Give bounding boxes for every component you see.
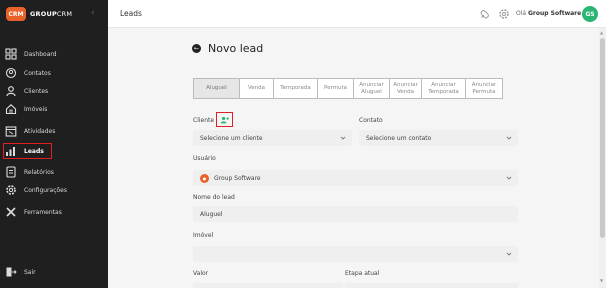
tab-temporada[interactable]: Temporada <box>273 78 317 99</box>
cliente-select[interactable]: Selecione um cliente <box>193 130 352 146</box>
page-title: ← Novo lead <box>192 42 263 55</box>
imovel-select[interactable] <box>193 246 518 262</box>
support-icon[interactable] <box>479 8 491 20</box>
usuario-select[interactable]: ● Group Software <box>193 170 518 186</box>
collapse-sidebar-icon[interactable]: ‹ <box>91 8 95 18</box>
usuario-select-value: Group Software <box>214 174 261 182</box>
etapa-select[interactable] <box>345 283 518 288</box>
tab-permuta[interactable]: Permuta <box>317 78 353 99</box>
gear-icon <box>5 184 17 196</box>
tab-anunciar-permuta[interactable]: Anunciar Permuta <box>465 78 503 99</box>
chevron-down-icon <box>506 252 512 256</box>
nome-lead-input[interactable]: Aluguel <box>193 206 518 222</box>
logo-badge: CRM <box>6 7 26 21</box>
sidebar-item-dashboard[interactable]: Dashboard <box>4 46 104 62</box>
chart-icon <box>5 145 17 157</box>
add-client-button[interactable] <box>216 112 233 127</box>
sidebar-item-atividades[interactable]: Atividades <box>4 123 104 139</box>
valor-label: Valor <box>193 270 209 277</box>
chevron-down-icon <box>340 136 346 140</box>
page-scrollbar[interactable]: ▲ ▼ <box>599 28 606 288</box>
scrollbar-thumb[interactable] <box>600 38 605 238</box>
contato-select[interactable]: Selecione um contato <box>359 130 518 146</box>
lead-type-tabs: Aluguel Venda Temporada Permuta Anunciar… <box>193 78 503 99</box>
sidebar: CRM GROUPCRM ‹ Dashboard Contatos Client… <box>0 0 108 288</box>
logout-icon <box>5 266 17 278</box>
sidebar-item-leads[interactable]: Leads <box>3 143 52 159</box>
brand-name: GROUPCRM <box>30 10 72 18</box>
logout-button[interactable]: Sair <box>4 264 104 280</box>
calendar-icon <box>5 125 17 137</box>
sidebar-item-label: Clientes <box>24 87 49 95</box>
sidebar-item-clientes[interactable]: Clientes <box>4 83 104 99</box>
person-icon <box>5 85 17 97</box>
brand-name-light: CRM <box>56 10 73 18</box>
sidebar-item-label: Dashboard <box>24 50 57 58</box>
sidebar-item-contatos[interactable]: Contatos <box>4 65 104 81</box>
top-header: Leads Olá Group Software GS <box>108 0 606 28</box>
tab-venda[interactable]: Venda <box>239 78 273 99</box>
user-avatar-icon: ● <box>200 173 209 183</box>
greeting-name: Group Software <box>528 10 582 17</box>
imovel-label: Imóvel <box>193 232 214 239</box>
page-title-text: Novo lead <box>208 42 264 55</box>
greeting-prefix: Olá <box>516 10 527 17</box>
header-title: Leads <box>120 9 142 18</box>
avatar[interactable]: GS <box>582 6 598 22</box>
sidebar-item-label: Relatórios <box>24 168 54 176</box>
brand-name-bold: GROUP <box>30 10 57 18</box>
sidebar-item-configuracoes[interactable]: Configurações <box>4 182 104 198</box>
scroll-down-icon[interactable]: ▼ <box>600 278 603 283</box>
sidebar-item-label: Leads <box>24 147 44 155</box>
home-icon <box>5 103 17 115</box>
tools-icon <box>5 206 17 218</box>
sidebar-item-label: Contatos <box>24 69 51 77</box>
tab-anunciar-venda[interactable]: Anunciar Venda <box>389 78 421 99</box>
nome-lead-label: Nome do lead <box>193 194 235 201</box>
sidebar-item-label: Imóveis <box>24 105 48 113</box>
dashboard-icon <box>5 48 17 60</box>
valor-input[interactable] <box>193 283 343 288</box>
tab-anunciar-aluguel[interactable]: Anunciar Aluguel <box>353 78 389 99</box>
chevron-down-icon <box>506 136 512 140</box>
scroll-up-icon[interactable]: ▲ <box>600 30 603 35</box>
tab-aluguel[interactable]: Aluguel <box>193 78 239 99</box>
sidebar-item-ferramentas[interactable]: Ferramentas <box>4 204 104 220</box>
etapa-label: Etapa atual <box>345 270 380 277</box>
cliente-select-value: Selecione um cliente <box>200 134 263 142</box>
sidebar-item-relatorios[interactable]: Relatórios <box>4 164 104 180</box>
report-icon <box>5 166 17 178</box>
user-greeting: Olá Group Software <box>516 10 581 17</box>
sidebar-item-label: Atividades <box>24 127 56 135</box>
brand-logo[interactable]: CRM GROUPCRM <box>6 6 72 22</box>
add-person-icon <box>220 116 229 123</box>
usuario-label: Usuário <box>193 155 216 162</box>
contato-label: Contato <box>359 117 383 124</box>
cliente-label: Cliente <box>193 117 215 124</box>
sidebar-item-label: Ferramentas <box>24 208 62 216</box>
sidebar-item-imoveis[interactable]: Imóveis <box>4 101 104 117</box>
tab-anunciar-temporada[interactable]: Anunciar Temporada <box>421 78 465 99</box>
chevron-down-icon <box>506 176 512 180</box>
sidebar-item-label: Configurações <box>24 186 67 194</box>
contato-select-value: Selecione um contato <box>366 134 432 142</box>
contacts-icon <box>5 67 17 79</box>
logout-label: Sair <box>24 268 36 276</box>
back-arrow-icon[interactable]: ← <box>192 44 201 53</box>
settings-icon[interactable] <box>498 8 510 20</box>
